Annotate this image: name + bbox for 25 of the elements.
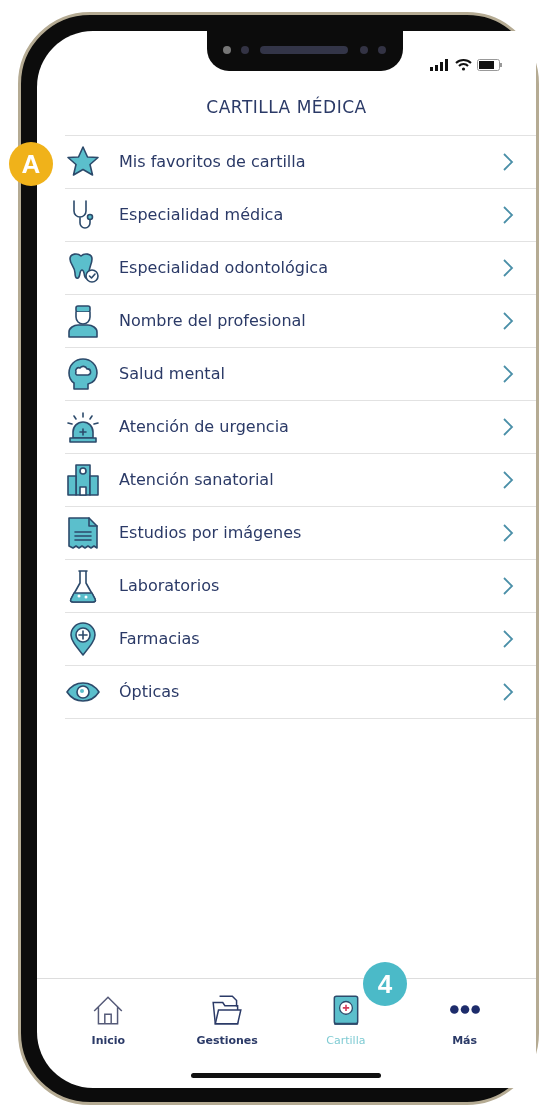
head-icon [65, 355, 101, 392]
battery-icon [477, 59, 502, 71]
wifi-icon [455, 59, 472, 71]
chevron-right-icon [502, 310, 514, 331]
screen-title: CARTILLA MÉDICA [205, 95, 368, 119]
chevron-right-icon [502, 681, 514, 702]
chevron-right-icon [502, 363, 514, 384]
tab[interactable]: Gestiones [167, 993, 287, 1057]
doctor-icon [65, 302, 101, 339]
tab[interactable]: Inicio [49, 993, 168, 1057]
chevron-right-icon [502, 469, 514, 490]
chevron-right-icon [502, 151, 514, 172]
chevron-right-icon [502, 575, 514, 596]
document-icon [65, 514, 101, 551]
more-dots-icon [448, 1004, 481, 1015]
callout-badge: A [9, 142, 53, 186]
chevron-right-icon [502, 257, 514, 278]
tab[interactable]: Más [405, 993, 524, 1057]
hospital-icon [65, 461, 101, 498]
chevron-right-icon [502, 416, 514, 437]
signal-icon [430, 59, 450, 71]
folder-icon [210, 993, 245, 1027]
chevron-right-icon [502, 204, 514, 225]
chevron-right-icon [502, 522, 514, 543]
chevron-right-icon [502, 628, 514, 649]
